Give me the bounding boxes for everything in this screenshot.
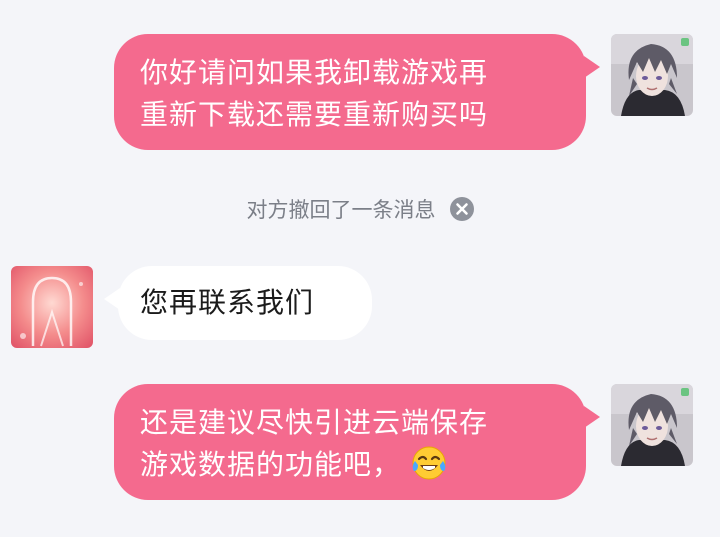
incoming-message-bubble[interactable]: 您再联系我们 <box>104 266 372 340</box>
anime-character-avatar-icon[interactable] <box>611 34 693 116</box>
outgoing-message-bubble[interactable]: 你好请问如果我卸载游戏再 重新下载还需要重新购买吗 <box>114 34 600 150</box>
message-text-line: 游戏数据的功能吧， <box>140 448 402 481</box>
close-circle-icon[interactable] <box>449 197 474 221</box>
tears-of-joy-emoji-icon <box>411 445 447 481</box>
message-text-line: 您再联系我们 <box>140 286 315 319</box>
pink-abstract-avatar-icon[interactable] <box>11 266 93 348</box>
anime-character-avatar-icon[interactable] <box>611 384 693 466</box>
recalled-message-notice: 对方撤回了一条消息 <box>0 194 720 226</box>
message-text-line: 还是建议尽快引进云端保存 <box>140 406 489 439</box>
message-text-line: 重新下载还需要重新购买吗 <box>140 98 489 131</box>
outgoing-message-bubble[interactable]: 还是建议尽快引进云端保存 游戏数据的功能吧， <box>114 384 600 500</box>
message-text-line: 你好请问如果我卸载游戏再 <box>140 56 489 89</box>
recalled-notice-text: 对方撤回了一条消息 <box>246 198 436 222</box>
